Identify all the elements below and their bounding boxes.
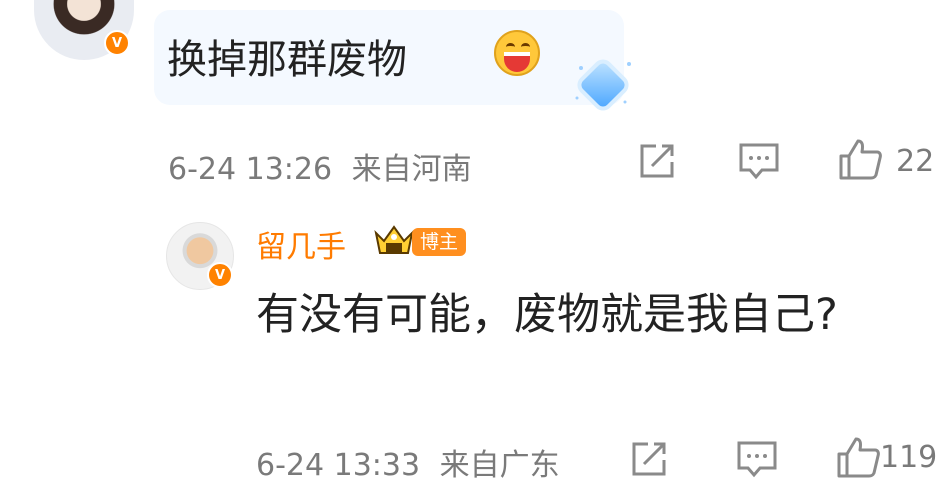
comment-text: 换掉那群废物 <box>167 37 407 83</box>
comment-icon[interactable] <box>736 440 778 480</box>
like-count: 119 <box>880 440 938 475</box>
reply-time: 6-24 13:33 <box>256 448 421 483</box>
verified-v-icon: V <box>104 30 130 56</box>
crown-level-icon <box>374 225 414 254</box>
comment-location: 来自河南 <box>351 152 472 187</box>
grinning-face-emoji-icon <box>494 30 540 76</box>
share-icon[interactable] <box>638 142 676 180</box>
share-icon[interactable] <box>630 440 668 478</box>
sparkle-icon <box>575 62 631 104</box>
reply-text: 有没有可能，废物就是我自己? <box>256 290 838 340</box>
comment-meta: 6-24 13:26 来自河南 <box>168 144 472 188</box>
reply-location: 来自广东 <box>439 448 560 483</box>
comment-icon[interactable] <box>738 142 780 182</box>
like-icon[interactable] <box>836 436 880 478</box>
verified-v-icon: V <box>207 262 233 288</box>
reply-meta: 6-24 13:33 来自广东 <box>256 440 560 484</box>
comment-time: 6-24 13:26 <box>168 152 333 187</box>
reply-username[interactable]: 留几手 <box>256 222 346 266</box>
blogger-badge: 博主 <box>412 228 467 256</box>
like-count: 22 <box>896 144 935 179</box>
like-icon[interactable] <box>838 138 882 180</box>
